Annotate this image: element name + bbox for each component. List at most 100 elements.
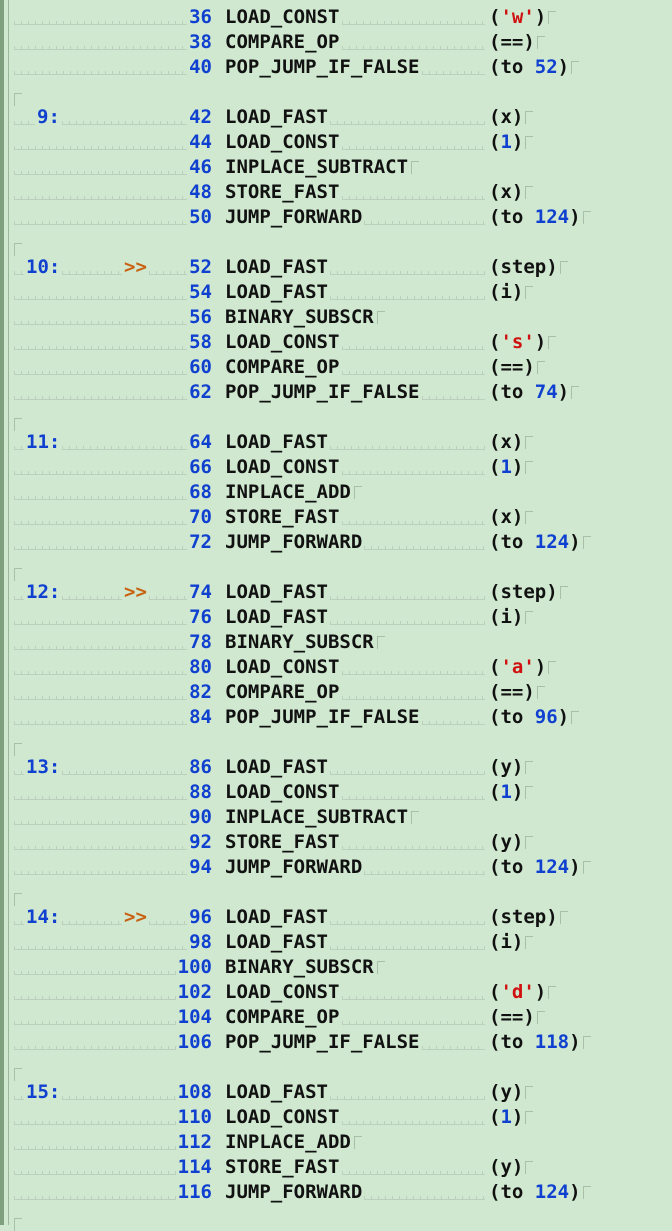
code-line[interactable] <box>4 731 672 756</box>
whitespace-marker <box>14 121 35 125</box>
code-line[interactable]: 36 LOAD_CONST ('w') <box>4 6 672 31</box>
code-line[interactable]: 12: >> 74 LOAD_FAST (step) <box>4 581 672 606</box>
whitespace-marker <box>421 1046 485 1050</box>
code-line[interactable]: 54 LOAD_FAST (i) <box>4 281 672 306</box>
code-line[interactable]: 112 INPLACE_ADD <box>4 1131 672 1156</box>
code-line[interactable] <box>4 1056 672 1081</box>
whitespace-marker <box>341 146 485 150</box>
opcode-argument: (to 52) <box>489 56 569 78</box>
code-line[interactable]: 94 JUMP_FORWARD (to 124) <box>4 856 672 881</box>
code-line[interactable]: 116 JUMP_FORWARD (to 124) <box>4 1181 672 1206</box>
argument-prefix: ( <box>489 831 501 853</box>
whitespace-marker <box>364 221 485 225</box>
code-line[interactable]: 84 POP_JUMP_IF_FALSE (to 96) <box>4 706 672 731</box>
code-line[interactable] <box>4 81 672 106</box>
code-line[interactable]: 102 LOAD_CONST ('d') <box>4 981 672 1006</box>
code-line[interactable]: 72 JUMP_FORWARD (to 124) <box>4 531 672 556</box>
code-line[interactable] <box>4 881 672 906</box>
opcode-argument: (to 124) <box>489 206 581 228</box>
whitespace-marker <box>14 1046 176 1050</box>
code-line[interactable]: 100 BINARY_SUBSCR <box>4 956 672 981</box>
code-line[interactable] <box>4 231 672 256</box>
code-line[interactable]: 76 LOAD_FAST (i) <box>4 606 672 631</box>
argument-value: y <box>500 831 512 853</box>
argument-prefix: ( <box>489 456 501 478</box>
code-line[interactable]: 14: >> 96 LOAD_FAST (step) <box>4 906 672 931</box>
code-line[interactable]: 50 JUMP_FORWARD (to 124) <box>4 206 672 231</box>
whitespace-marker <box>14 221 188 225</box>
code-line[interactable] <box>4 1206 672 1231</box>
code-line[interactable] <box>4 556 672 581</box>
bytecode-offset: 106 <box>177 1031 212 1053</box>
source-line-number: 12: <box>26 581 61 603</box>
end-of-line-marker <box>525 786 534 799</box>
code-line[interactable]: 110 LOAD_CONST (1) <box>4 1106 672 1131</box>
end-of-line-marker <box>571 61 580 74</box>
code-line[interactable]: 66 LOAD_CONST (1) <box>4 456 672 481</box>
code-line[interactable]: 38 COMPARE_OP (==) <box>4 31 672 56</box>
code-line[interactable]: 60 COMPARE_OP (==) <box>4 356 672 381</box>
whitespace-marker <box>14 371 188 375</box>
opcode-argument: (1) <box>489 781 523 803</box>
bytecode-offset: 64 <box>189 431 212 453</box>
code-line[interactable]: 62 POP_JUMP_IF_FALSE (to 74) <box>4 381 672 406</box>
whitespace-marker <box>341 46 485 50</box>
end-of-line-marker <box>525 436 534 449</box>
whitespace-marker <box>341 671 485 675</box>
bytecode-offset: 100 <box>177 956 212 978</box>
argument-prefix: (to <box>489 1181 535 1203</box>
code-line[interactable] <box>4 406 672 431</box>
code-line[interactable]: 13: 86 LOAD_FAST (y) <box>4 756 672 781</box>
whitespace-marker <box>62 271 122 275</box>
whitespace-marker <box>14 921 24 925</box>
code-line[interactable]: 48 STORE_FAST (x) <box>4 181 672 206</box>
opcode-name: LOAD_CONST <box>225 781 340 803</box>
code-line[interactable]: 44 LOAD_CONST (1) <box>4 131 672 156</box>
code-line[interactable]: 15: 108 LOAD_FAST (y) <box>4 1081 672 1106</box>
end-of-line-marker <box>525 836 534 849</box>
code-line[interactable]: 114 STORE_FAST (y) <box>4 1156 672 1181</box>
code-line[interactable]: 68 INPLACE_ADD <box>4 481 672 506</box>
opcode-argument: (x) <box>489 106 523 128</box>
bytecode-offset: 82 <box>189 681 212 703</box>
code-line[interactable]: 10: >> 52 LOAD_FAST (step) <box>4 256 672 281</box>
code-line[interactable]: 11: 64 LOAD_FAST (x) <box>4 431 672 456</box>
code-line[interactable]: 56 BINARY_SUBSCR <box>4 306 672 331</box>
code-line[interactable]: 104 COMPARE_OP (==) <box>4 1006 672 1031</box>
opcode-argument: (x) <box>489 431 523 453</box>
opcode-argument: (==) <box>489 356 535 378</box>
code-line[interactable]: 82 COMPARE_OP (==) <box>4 681 672 706</box>
end-of-line-marker <box>548 986 557 999</box>
opcode-argument: (to 124) <box>489 1181 581 1203</box>
code-line[interactable]: 80 LOAD_CONST ('a') <box>4 656 672 681</box>
code-line[interactable]: 106 POP_JUMP_IF_FALSE (to 118) <box>4 1031 672 1056</box>
opcode-argument: ('a') <box>489 656 546 678</box>
opcode-name: COMPARE_OP <box>225 356 340 378</box>
code-line[interactable]: 98 LOAD_FAST (i) <box>4 931 672 956</box>
opcode-argument: (step) <box>489 581 558 603</box>
argument-prefix: ( <box>489 331 501 353</box>
code-line[interactable]: 46 INPLACE_SUBTRACT <box>4 156 672 181</box>
argument-suffix: ) <box>534 331 547 353</box>
whitespace-marker <box>330 296 485 300</box>
end-of-line-marker <box>525 936 534 949</box>
code-line[interactable]: 92 STORE_FAST (y) <box>4 831 672 856</box>
code-line[interactable]: 9: 42 LOAD_FAST (x) <box>4 106 672 131</box>
code-line[interactable]: 78 BINARY_SUBSCR <box>4 631 672 656</box>
opcode-name: LOAD_FAST <box>225 431 328 453</box>
end-of-line-marker <box>525 611 534 624</box>
opcode-name: STORE_FAST <box>225 181 340 203</box>
whitespace-marker <box>364 1196 485 1200</box>
opcode-name: LOAD_CONST <box>225 131 340 153</box>
code-editor[interactable]: 36 LOAD_CONST ('w') 38 COMPARE_OP (==) 40 POP_J… <box>0 0 672 1231</box>
end-of-line-marker <box>525 186 534 199</box>
whitespace-marker <box>62 596 122 600</box>
code-line[interactable]: 40 POP_JUMP_IF_FALSE (to 52) <box>4 56 672 81</box>
whitespace-marker <box>14 546 188 550</box>
code-line[interactable]: 90 INPLACE_SUBTRACT <box>4 806 672 831</box>
opcode-argument: (step) <box>489 906 558 928</box>
code-line[interactable]: 88 LOAD_CONST (1) <box>4 781 672 806</box>
code-line[interactable]: 70 STORE_FAST (x) <box>4 506 672 531</box>
code-line[interactable]: 58 LOAD_CONST ('s') <box>4 331 672 356</box>
whitespace-marker <box>148 921 188 925</box>
